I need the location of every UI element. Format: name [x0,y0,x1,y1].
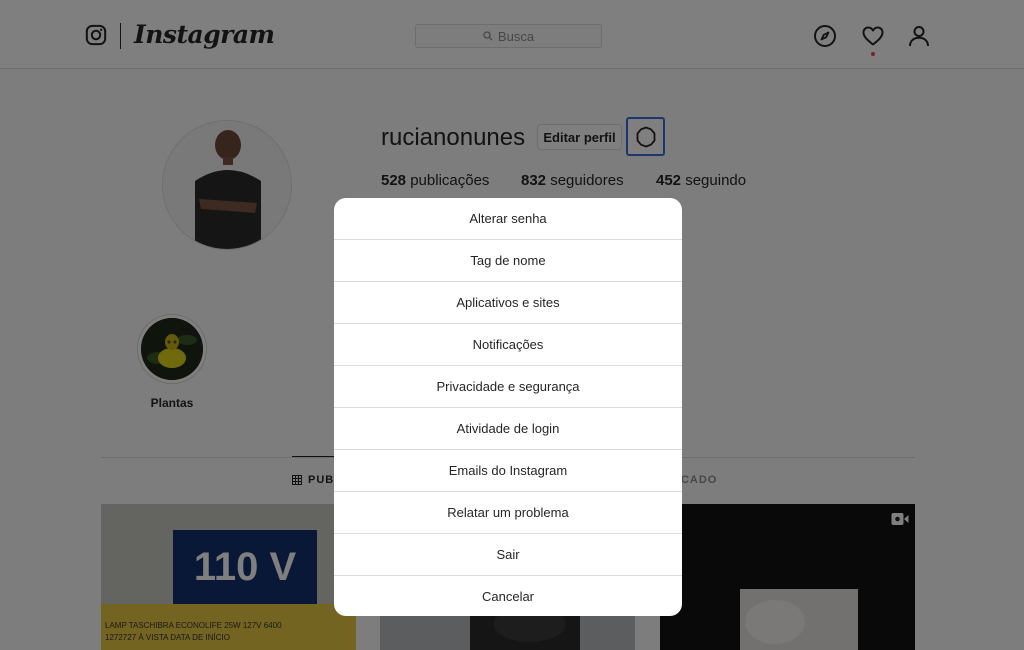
menu-item-nametag[interactable]: Tag de nome [334,239,682,281]
menu-item-cancel[interactable]: Cancelar [334,575,682,616]
menu-item-notifications[interactable]: Notificações [334,323,682,365]
menu-item-log-out[interactable]: Sair [334,533,682,575]
menu-item-report-a-problem[interactable]: Relatar um problema [334,491,682,533]
settings-menu-dialog: Alterar senha Tag de nome Aplicativos e … [334,198,682,616]
menu-item-privacy-and-security[interactable]: Privacidade e segurança [334,365,682,407]
menu-item-login-activity[interactable]: Atividade de login [334,407,682,449]
menu-item-emails-from-instagram[interactable]: Emails do Instagram [334,449,682,491]
menu-item-change-password[interactable]: Alterar senha [334,198,682,239]
menu-item-apps-and-websites[interactable]: Aplicativos e sites [334,281,682,323]
